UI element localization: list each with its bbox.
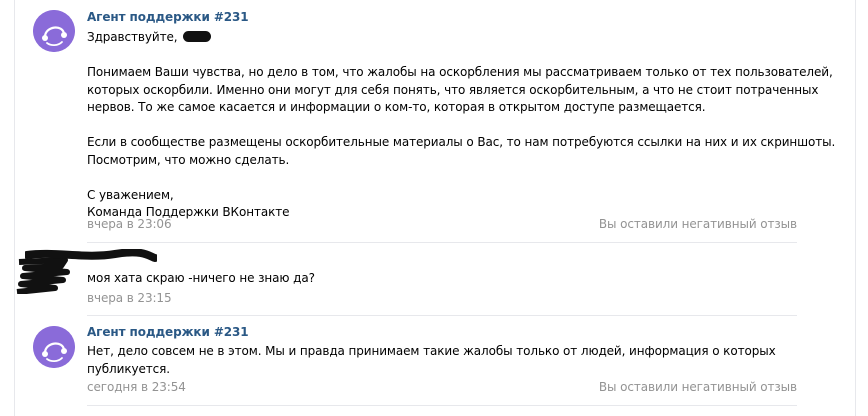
text-line: Если в сообществе размещены оскорбительн… bbox=[87, 135, 836, 149]
redacted-name-scribble bbox=[183, 31, 212, 42]
message-user: моя хата скраю -ничего не знаю да? вчера… bbox=[15, 243, 855, 313]
text-line: публикуется. bbox=[87, 361, 170, 376]
message-time[interactable]: сегодня в 23:54 bbox=[87, 380, 186, 394]
support-agent-avatar-icon[interactable] bbox=[33, 10, 75, 52]
greeting-line: Здравствуйте, bbox=[87, 29, 807, 47]
text-line: Посмотрим, что можно сделать. bbox=[87, 152, 290, 167]
message-author[interactable]: Агент поддержки #231 bbox=[87, 325, 249, 339]
message-divider bbox=[87, 405, 797, 406]
message-author[interactable]: Агент поддержки #231 bbox=[87, 10, 249, 24]
dialog-history: Агент поддержки #231 Здравствуйте, Поним… bbox=[14, 0, 856, 416]
message-text: моя хата скраю -ничего не знаю да? bbox=[87, 271, 315, 285]
message-text: Нет, дело совсем не в этом. Мы и правда … bbox=[87, 343, 807, 378]
greeting-text: Здравствуйте, bbox=[87, 30, 178, 44]
support-agent-avatar-icon[interactable] bbox=[33, 326, 75, 368]
message-support-1: Агент поддержки #231 Здравствуйте, Поним… bbox=[15, 0, 855, 240]
text-line: Нет, дело совсем не в этом. Мы и правда … bbox=[87, 344, 776, 358]
feedback-status: Вы оставили негативный отзыв bbox=[598, 217, 797, 231]
text-line: которых оскорбили. Именно они могут для … bbox=[87, 82, 819, 97]
message-time[interactable]: вчера в 23:15 bbox=[87, 291, 172, 305]
message-support-2: Агент поддержки #231 Нет, дело совсем не… bbox=[15, 316, 855, 416]
text-line: Понимаем Ваши чувства, но дело в том, чт… bbox=[87, 65, 833, 79]
message-time[interactable]: вчера в 23:06 bbox=[87, 217, 172, 231]
message-text: Здравствуйте, Понимаем Ваши чувства, но … bbox=[87, 29, 836, 222]
feedback-status: Вы оставили негативный отзыв bbox=[598, 380, 797, 394]
redacted-name-scribble bbox=[23, 248, 159, 263]
signature-line: С уважением, bbox=[87, 187, 174, 202]
text-line: нервов. То же самое касается и информаци… bbox=[87, 100, 706, 114]
